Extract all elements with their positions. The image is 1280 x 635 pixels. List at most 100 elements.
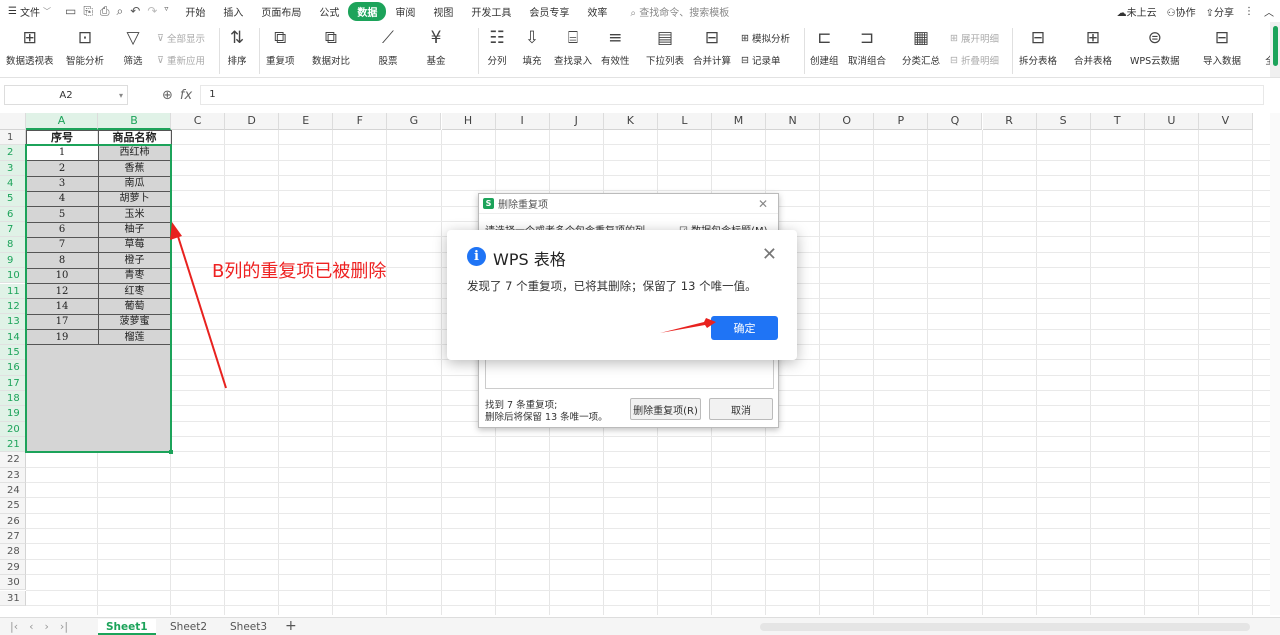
tab-4[interactable]: 数据 [348, 1, 387, 21]
table-header-cell[interactable]: 序号 [26, 130, 98, 145]
collapse-detail-button[interactable]: ⊟ 折叠明细 [950, 53, 999, 68]
column-header-I[interactable]: I [495, 113, 550, 130]
column-header-N[interactable]: N [766, 113, 821, 130]
column-header-D[interactable]: D [225, 113, 280, 130]
sort-button[interactable]: ⇅ 排序 [225, 26, 249, 67]
table-header-cell[interactable]: 商品名称 [98, 130, 171, 145]
stock-button[interactable]: ⟋ 股票 [376, 26, 400, 67]
pivot-table-button[interactable]: ⊞ 数据透视表 [6, 26, 54, 67]
ok-button[interactable]: 确定 [711, 316, 778, 340]
sheet-tab-sheet1[interactable]: Sheet1 [98, 619, 156, 635]
row-header-24[interactable]: 24 [0, 483, 26, 499]
column-header-T[interactable]: T [1090, 113, 1145, 130]
cloud-status[interactable]: ☁未上云 [1117, 4, 1157, 19]
row-header-16[interactable]: 16 [0, 360, 26, 376]
tab-2[interactable]: 页面布局 [252, 2, 310, 21]
reapply-button[interactable]: ⊽ 重新应用 [157, 53, 205, 68]
collaborate-button[interactable]: ⚇协作 [1167, 4, 1196, 19]
import-data-button[interactable]: ⊟ 导入数据 [1203, 26, 1241, 67]
merge-table-button[interactable]: ⊞ 合并表格 [1074, 26, 1112, 67]
sheet-tab-sheet3[interactable]: Sheet3 [222, 619, 275, 635]
sheet-tab-sheet2[interactable]: Sheet2 [162, 619, 215, 635]
first-sheet-icon[interactable]: |‹ [10, 620, 18, 633]
select-all-corner[interactable] [0, 113, 26, 130]
chevron-down-icon[interactable]: ▾ [119, 91, 123, 100]
row-header-23[interactable]: 23 [0, 467, 26, 484]
row-header-3[interactable]: 3 [0, 160, 26, 177]
fill-button[interactable]: ⇩ 填充 [520, 26, 544, 67]
validity-button[interactable]: ≡ 有效性 [601, 26, 630, 67]
row-header-29[interactable]: 29 [0, 559, 26, 576]
row-header-17[interactable]: 17 [0, 375, 26, 391]
split-table-button[interactable]: ⊟ 拆分表格 [1019, 26, 1057, 67]
tab-7[interactable]: 开发工具 [462, 2, 520, 21]
row-header-5[interactable]: 5 [0, 191, 26, 207]
column-header-H[interactable]: H [441, 113, 496, 130]
what-if-analysis-button[interactable]: ⊞ 模拟分析 [741, 31, 790, 46]
column-header-P[interactable]: P [874, 113, 929, 130]
horizontal-scrollbar[interactable] [760, 623, 1250, 631]
duplicates-button[interactable]: ⧉ 重复项 [266, 26, 295, 67]
split-column-button[interactable]: ☷ 分列 [485, 26, 509, 67]
save-icon[interactable]: ▭ [65, 4, 76, 19]
show-all-button[interactable]: ⊽ 全部显示 [157, 31, 205, 46]
row-header-4[interactable]: 4 [0, 176, 26, 192]
row-header-2[interactable]: 2 [0, 145, 26, 161]
fill-handle[interactable] [169, 450, 173, 455]
column-header-S[interactable]: S [1036, 113, 1091, 130]
add-sheet-icon[interactable]: + [277, 619, 305, 635]
column-header-V[interactable]: V [1198, 113, 1253, 130]
tab-3[interactable]: 公式 [310, 2, 348, 21]
more-icon[interactable]: ⋮ [1244, 6, 1254, 17]
delete-duplicates-button[interactable]: 删除重复项(R) [630, 398, 701, 420]
undo-icon[interactable]: ↶ [130, 4, 140, 19]
data-compare-button[interactable]: ⧉ 数据对比 [312, 26, 350, 67]
expand-detail-button[interactable]: ⊞ 展开明细 [950, 31, 999, 46]
last-sheet-icon[interactable]: ›| [60, 620, 68, 633]
row-header-28[interactable]: 28 [0, 544, 26, 560]
ribbon-scrollbar[interactable] [1270, 22, 1280, 77]
name-box[interactable]: A2 ▾ [4, 85, 128, 105]
smart-analysis-button[interactable]: ⊡ 智能分析 [66, 26, 104, 67]
row-header-31[interactable]: 31 [0, 590, 26, 606]
column-header-G[interactable]: G [387, 113, 442, 130]
row-header-22[interactable]: 22 [0, 452, 26, 468]
lookup-entry-button[interactable]: ⌸ 查找录入 [554, 26, 592, 67]
column-header-J[interactable]: J [549, 113, 604, 130]
row-header-30[interactable]: 30 [0, 575, 26, 591]
zoom-icon[interactable]: ⊕ [162, 88, 173, 103]
column-header-O[interactable]: O [820, 113, 875, 130]
file-menu[interactable]: ☰ 文件 ﹀ [0, 4, 57, 19]
column-header-F[interactable]: F [333, 113, 388, 130]
wps-cloud-data-button[interactable]: ⊜ WPS云数据 [1130, 26, 1180, 67]
row-header-6[interactable]: 6 [0, 206, 26, 223]
column-header-U[interactable]: U [1144, 113, 1199, 130]
redo-icon[interactable]: ↷ [147, 4, 157, 19]
column-header-K[interactable]: K [603, 113, 658, 130]
command-search[interactable]: ⌕ 查找命令、搜索模板 [630, 4, 729, 19]
column-header-E[interactable]: E [279, 113, 334, 130]
print-preview-icon[interactable]: ⌕ [117, 4, 124, 19]
row-header-26[interactable]: 26 [0, 513, 26, 530]
row-header-25[interactable]: 25 [0, 498, 26, 514]
column-header-A[interactable]: A [26, 113, 98, 130]
export-pdf-icon[interactable]: ⎘ [83, 4, 93, 19]
formula-input[interactable]: 1 [200, 85, 1265, 105]
tab-0[interactable]: 开始 [176, 2, 214, 21]
row-header-21[interactable]: 21 [0, 437, 26, 453]
subtotal-button[interactable]: ▦ 分类汇总 [902, 26, 940, 67]
row-header-15[interactable]: 15 [0, 344, 26, 361]
column-header-R[interactable]: R [982, 113, 1037, 130]
row-header-1[interactable]: 1 [0, 130, 26, 146]
row-header-11[interactable]: 11 [0, 283, 26, 299]
row-header-20[interactable]: 20 [0, 421, 26, 437]
fund-button[interactable]: ¥ 基金 [424, 26, 448, 67]
column-header-L[interactable]: L [657, 113, 712, 130]
dialog-cancel-button[interactable]: 取消 [709, 398, 773, 420]
row-header-9[interactable]: 9 [0, 252, 26, 269]
dropdown-list-button[interactable]: ▤ 下拉列表 [646, 26, 684, 67]
print-icon[interactable]: ⎙ [100, 4, 110, 19]
record-form-button[interactable]: ⊟ 记录单 [741, 53, 780, 68]
share-button[interactable]: ⇪分享 [1206, 4, 1234, 19]
column-header-B[interactable]: B [98, 113, 171, 130]
